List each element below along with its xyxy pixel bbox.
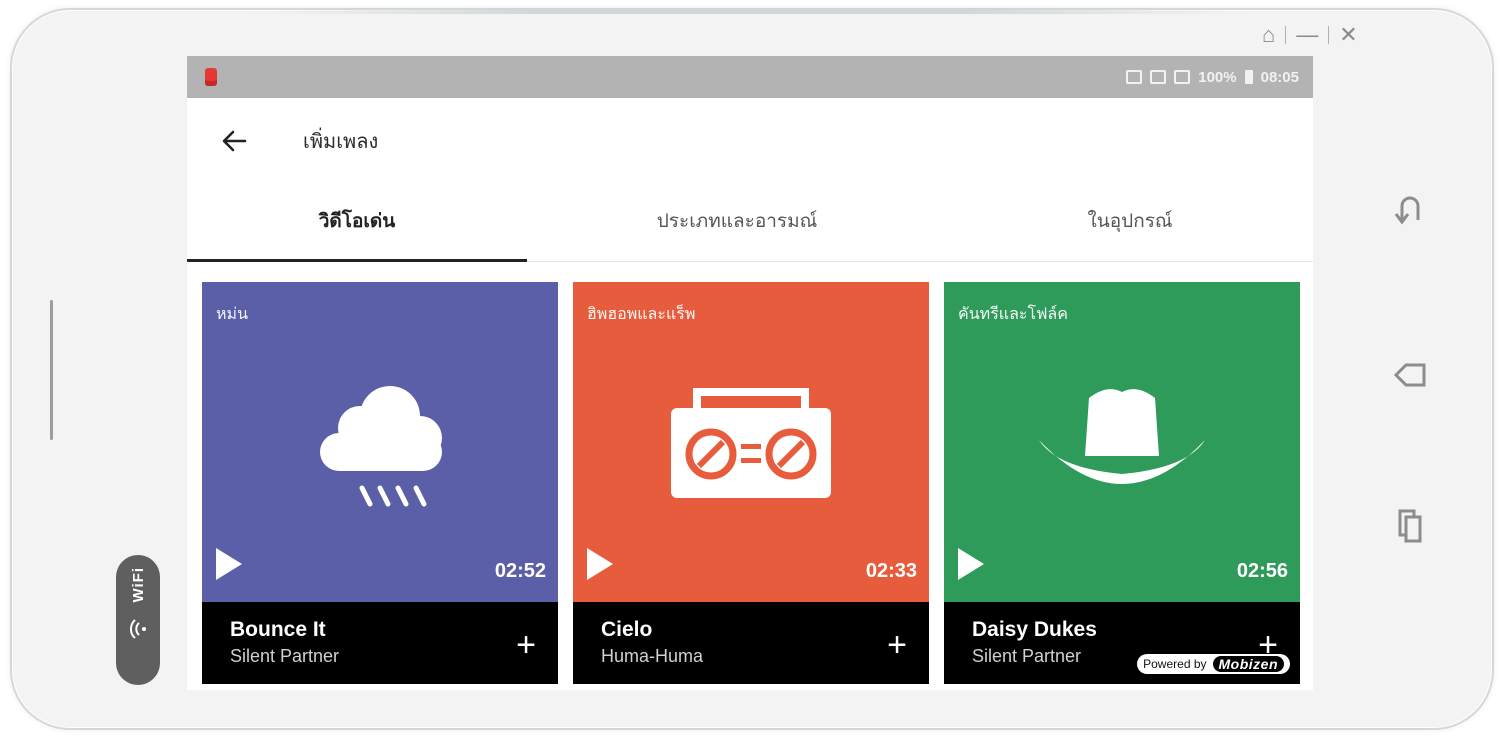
rain-cloud-icon [320, 386, 442, 507]
boombox-icon [671, 388, 831, 498]
add-track-button[interactable]: + [887, 628, 907, 662]
add-track-button[interactable]: + [516, 628, 536, 662]
wifi-connection-pill[interactable]: WiFi [116, 555, 160, 685]
track-title: Bounce It [230, 618, 326, 641]
track-info: Bounce It Silent Partner + [202, 602, 558, 684]
mute-icon [1150, 70, 1167, 84]
back-arrow-icon[interactable] [219, 126, 249, 156]
close-button[interactable]: ✕ [1339, 24, 1357, 46]
track-duration: 02:52 [494, 560, 546, 582]
wifi-icon [129, 618, 146, 639]
mobizen-watermark: Powered by Mobizen [1137, 654, 1290, 674]
tab-bar: วิดีโอเด่น ประเภทและอารมณ์ ในอุปกรณ์ [187, 180, 1313, 262]
track-card-list: หม่น 02:52 Bounce It Silent Partner + ฮิ… [202, 282, 1300, 684]
track-duration: 02:56 [1236, 560, 1288, 582]
track-title: Cielo [601, 618, 653, 641]
cowboy-hat-icon [1039, 389, 1205, 484]
track-artist: Silent Partner [230, 646, 340, 666]
window-controls: ⌂ — ✕ [1262, 20, 1358, 50]
home-nav-icon[interactable] [1390, 355, 1430, 395]
status-bar: 100% 08:05 [187, 56, 1313, 98]
track-info: Cielo Huma-Huma + [573, 602, 929, 684]
track-card-art: คันทรีและโฟล์ค 02:56 [944, 282, 1300, 602]
track-duration: 02:33 [865, 560, 917, 582]
mood-tag: หม่น [216, 306, 249, 323]
battery-icon [1244, 70, 1253, 84]
battery-percent: 100% [1198, 68, 1237, 86]
minimize-button[interactable]: — [1296, 24, 1318, 46]
screen-record-icon [1126, 70, 1143, 84]
window-controls-separator [1328, 26, 1330, 44]
status-time: 08:05 [1260, 68, 1299, 86]
tab-featured[interactable]: วิดีโอเด่น [187, 180, 527, 262]
genre-tag: ฮิพฮอพและแร็พ [587, 306, 696, 323]
mobizen-logo: Mobizen [1212, 656, 1284, 672]
play-icon[interactable] [587, 548, 613, 580]
wifi-label: WiFi [129, 567, 147, 603]
back-nav-icon[interactable] [1390, 190, 1430, 230]
track-card-art: หม่น 02:52 [202, 282, 558, 602]
page-title: เพิ่มเพลง [303, 131, 379, 153]
track-title: Daisy Dukes [972, 618, 1097, 641]
device-side-button [50, 300, 53, 440]
track-card[interactable]: ฮิพฮอพและแร็พ 02:33 Cielo Huma-Huma + [573, 282, 929, 684]
signal-icon [1174, 70, 1191, 84]
track-artist: Huma-Huma [601, 646, 704, 666]
recent-apps-icon[interactable] [1390, 505, 1430, 545]
genre-tag: คันทรีและโฟล์ค [958, 306, 1068, 323]
tab-on-device[interactable]: ในอุปกรณ์ [947, 180, 1313, 261]
window-controls-separator [1285, 26, 1287, 44]
track-card-art: ฮิพฮอพและแร็พ 02:33 [573, 282, 929, 602]
tab-genre-mood[interactable]: ประเภทและอารมณ์ [527, 180, 947, 261]
track-card[interactable]: คันทรีและโฟล์ค 02:56 Daisy Dukes Silent … [944, 282, 1300, 684]
home-window-icon[interactable]: ⌂ [1262, 24, 1275, 46]
phone-screen: 100% 08:05 เพิ่มเพลง วิดีโอเด่น ประเภทแล… [187, 56, 1313, 690]
toolbar: เพิ่มเพลง [187, 98, 1313, 184]
track-info: Daisy Dukes Silent Partner + Powered by … [944, 602, 1300, 684]
app-notification-icon [205, 68, 217, 86]
status-icons: 100% 08:05 [1126, 69, 1299, 86]
track-card[interactable]: หม่น 02:52 Bounce It Silent Partner + [202, 282, 558, 684]
play-icon[interactable] [216, 548, 242, 580]
frame-top-highlight [250, 8, 1250, 14]
play-icon[interactable] [958, 548, 984, 580]
watermark-prefix: Powered by [1143, 657, 1207, 671]
